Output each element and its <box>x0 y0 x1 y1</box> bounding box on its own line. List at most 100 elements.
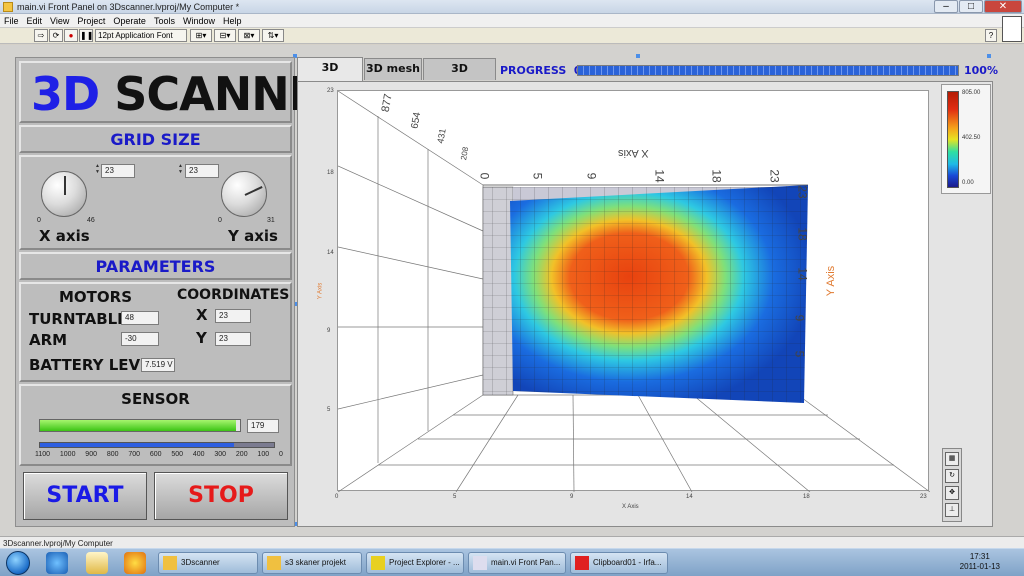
x-grid-input[interactable]: 23 <box>101 164 135 178</box>
app-title-3d: 3D <box>31 67 100 121</box>
bottom-axis-tick: 9 <box>570 494 574 500</box>
rotate-icon[interactable]: ↻ <box>945 469 959 483</box>
toolbar: ⇨ ⟳ ● ❚❚ 12pt Application Font ⊞▾ ⊟▾ ⊠▾ … <box>0 28 1024 44</box>
font-selector[interactable]: 12pt Application Font <box>95 29 187 42</box>
resize-objects-icon[interactable]: ⊠▾ <box>238 29 260 42</box>
minimize-button[interactable]: – <box>934 0 958 13</box>
x-knob-min: 0 <box>37 217 41 224</box>
menu-help[interactable]: Help <box>219 16 246 26</box>
left-axis-tick: 5 <box>327 407 331 413</box>
sensor-slider[interactable] <box>39 442 275 448</box>
tab-3d-waterfall[interactable]: 3D waterfall <box>423 58 496 95</box>
folder-icon <box>267 556 281 570</box>
sensor-section: SENSOR 179 1100 1000 900 800 700 600 500… <box>19 384 292 466</box>
arm-value: -30 <box>121 332 159 346</box>
task-3dscanner[interactable]: 3Dscanner <box>158 552 258 574</box>
sensor-scale: 1100 1000 900 800 700 600 500 400 300 20… <box>35 451 283 458</box>
3d-surface-graph[interactable]: 0 5 9 14 18 23 X Axis 23 18 14 9 5 Y Axi… <box>337 90 931 493</box>
run-continuously-icon[interactable]: ⟳ <box>49 29 63 42</box>
pan-icon[interactable]: ✥ <box>945 486 959 500</box>
maximize-button[interactable]: □ <box>959 0 983 13</box>
tab-3d-mesh[interactable]: 3D mesh <box>364 58 422 80</box>
progress-bar <box>577 65 959 76</box>
x-spin-icon[interactable]: ▲ ▼ <box>95 163 100 175</box>
parameters-section: MOTORS COORDINATES TURNTABLE 48 ARM -30 … <box>19 282 292 382</box>
x-knob-pointer <box>64 176 66 195</box>
title-section: 3D SCANNER <box>19 61 355 123</box>
project-path: 3Dscanner.lvproj/My Computer <box>3 539 113 548</box>
arm-label: ARM <box>29 331 68 349</box>
y-grid-input[interactable]: 23 <box>185 164 219 178</box>
progress-bar-fill <box>578 66 958 75</box>
y-knob-max: 31 <box>267 217 275 224</box>
progress-end: 100% <box>964 64 998 77</box>
bottom-axis-tick: 5 <box>453 494 457 500</box>
tab-3d-surface[interactable]: 3D surface <box>297 57 363 94</box>
menu-edit[interactable]: Edit <box>23 16 47 26</box>
grid-size-section: 0 46 ▲ ▼ 23 X axis 0 31 ▲ ▼ 23 Y axis <box>19 155 292 250</box>
vi-icon <box>1002 16 1022 42</box>
y-coord-label: Y <box>196 329 207 347</box>
menu-view[interactable]: View <box>46 16 73 26</box>
axis-icon[interactable]: ⊥ <box>945 503 959 517</box>
x-axis-knob[interactable] <box>41 171 87 217</box>
parameters-header: PARAMETERS <box>19 252 292 280</box>
reorder-icon[interactable]: ⇅▾ <box>262 29 284 42</box>
left-axis-tick: 23 <box>327 88 334 94</box>
pause-icon[interactable]: ❚❚ <box>79 29 93 42</box>
start-orb-icon[interactable] <box>6 551 30 575</box>
stop-button[interactable]: STOP <box>154 472 288 520</box>
menu-operate[interactable]: Operate <box>109 16 150 26</box>
coordinates-header: COORDINATES <box>177 287 290 303</box>
menu-project[interactable]: Project <box>73 16 109 26</box>
window-titlebar: main.vi Front Panel on 3Dscanner.lvproj/… <box>0 0 1024 14</box>
left-axis-tick: 18 <box>327 170 334 176</box>
selection-handle <box>636 54 640 58</box>
help-icon[interactable]: ? <box>985 29 997 42</box>
sensor-slider-fill <box>40 443 235 447</box>
y-axis-label: Y axis <box>228 227 278 245</box>
zoom-icon[interactable]: ▦ <box>945 452 959 466</box>
front-panel-icon <box>473 556 487 570</box>
color-scale-legend: 805.00 402.50 0.00 <box>941 84 991 194</box>
y-axis-knob[interactable] <box>221 171 267 217</box>
y-knob-pointer <box>244 186 263 196</box>
turntable-value: 48 <box>121 311 159 325</box>
graph-palette: ▦ ↻ ✥ ⊥ <box>942 448 962 522</box>
task-project-explorer[interactable]: Project Explorer - ... <box>366 552 464 574</box>
task-main-vi[interactable]: main.vi Front Pan... <box>468 552 566 574</box>
window-title: main.vi Front Panel on 3Dscanner.lvproj/… <box>17 1 240 12</box>
sensor-header: SENSOR <box>121 390 190 408</box>
y-coord-value: 23 <box>215 332 251 346</box>
x-axis-label: X axis <box>39 227 90 245</box>
explorer-icon[interactable] <box>86 552 108 574</box>
labview-app-icon <box>3 1 13 12</box>
clock-date: 2011-01-13 <box>959 562 1000 571</box>
ie-icon[interactable] <box>46 552 68 574</box>
taskbar: 3Dscanner s3 skaner projekt Project Expl… <box>0 548 1024 576</box>
run-arrow-icon[interactable]: ⇨ <box>34 29 48 42</box>
sun-app-icon[interactable] <box>124 552 146 574</box>
x-coord-label: X <box>196 306 208 324</box>
bottom-axis-tick: 14 <box>686 494 693 500</box>
turntable-label: TURNTABLE <box>29 310 128 328</box>
task-irfanview[interactable]: Clipboard01 - Irfa... <box>570 552 668 574</box>
start-button[interactable]: START <box>23 472 147 520</box>
y-spin-icon[interactable]: ▲ ▼ <box>178 163 183 175</box>
folder-icon <box>163 556 177 570</box>
align-objects-icon[interactable]: ⊞▾ <box>190 29 212 42</box>
distribute-objects-icon[interactable]: ⊟▾ <box>214 29 236 42</box>
left-y-axis-label: Y Axis <box>317 282 324 300</box>
status-bar: 3Dscanner.lvproj/My Computer <box>0 536 1024 548</box>
sensor-value: 179 <box>247 419 279 433</box>
menu-tools[interactable]: Tools <box>150 16 179 26</box>
close-button[interactable]: ✕ <box>984 0 1022 13</box>
menu-window[interactable]: Window <box>179 16 219 26</box>
top-x-axis-title: X Axis <box>618 147 649 159</box>
x-coord-value: 23 <box>215 309 251 323</box>
selection-handle <box>987 54 991 58</box>
task-skaner-projekt[interactable]: s3 skaner projekt <box>262 552 362 574</box>
abort-icon[interactable]: ● <box>64 29 78 42</box>
menu-file[interactable]: File <box>0 16 23 26</box>
right-y-axis-title: Y Axis <box>825 265 838 297</box>
